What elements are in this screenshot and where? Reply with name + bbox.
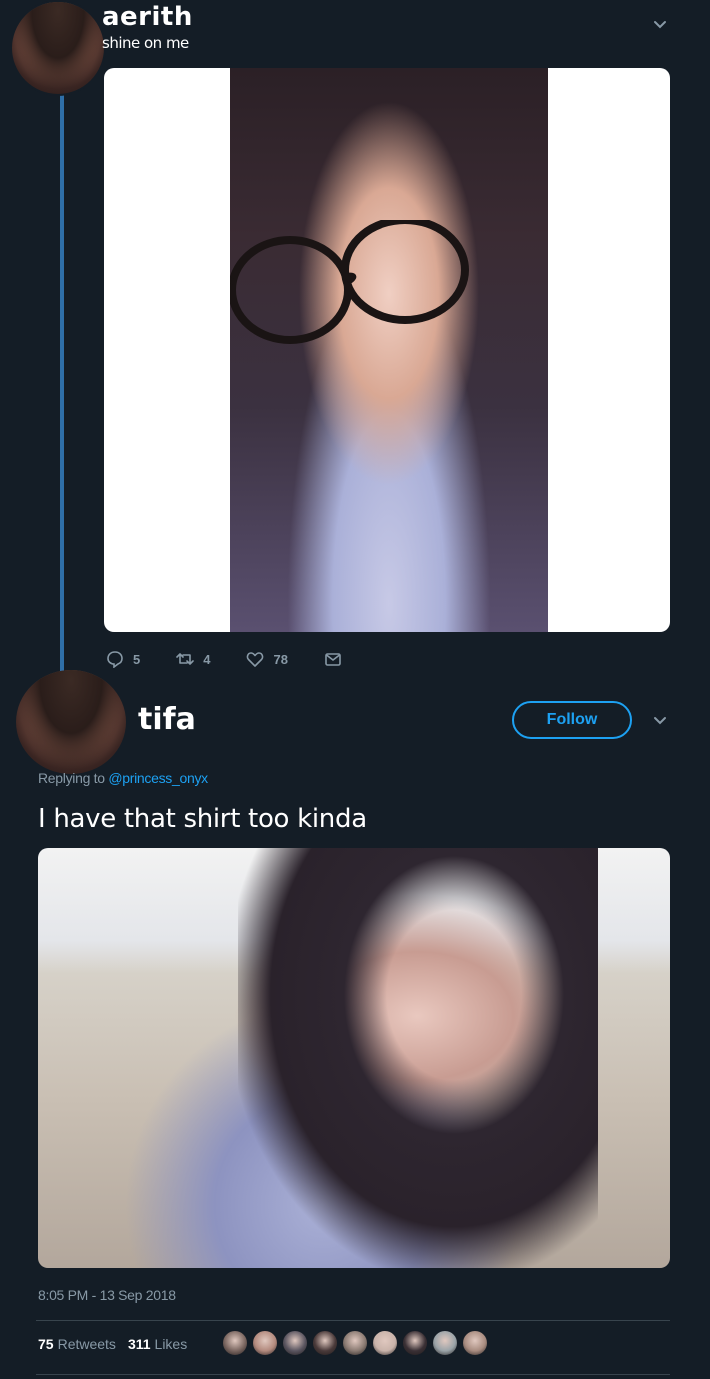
liker-avatar[interactable] xyxy=(402,1330,428,1356)
replying-to: Replying to @princess_onyx xyxy=(38,770,208,786)
glasses-graphic xyxy=(230,220,469,344)
chevron-down-icon[interactable] xyxy=(650,710,670,730)
retweets-label: Retweets xyxy=(57,1336,116,1352)
like-button[interactable]: 78 xyxy=(246,650,288,668)
retweets-count: 75 xyxy=(38,1336,54,1352)
like-count: 78 xyxy=(273,651,288,667)
tweet-actions: 5 4 78 xyxy=(106,648,387,670)
reply-count: 5 xyxy=(133,651,141,667)
retweets-stat[interactable]: 75 Retweets xyxy=(38,1336,116,1352)
like-icon xyxy=(247,652,264,667)
display-name[interactable]: aerith xyxy=(102,2,193,32)
avatar[interactable] xyxy=(16,670,126,774)
photo-content xyxy=(230,68,548,632)
avatar[interactable] xyxy=(10,0,106,96)
dm-icon xyxy=(325,653,341,666)
user-bio-line: shine on me xyxy=(102,34,189,52)
liker-avatar[interactable] xyxy=(282,1330,308,1356)
liker-avatar[interactable] xyxy=(312,1330,338,1356)
likes-stat[interactable]: 311 Likes xyxy=(128,1336,187,1352)
tweet-photo[interactable] xyxy=(38,848,670,1268)
replying-handle-link[interactable]: @princess_onyx xyxy=(108,770,208,786)
likes-label: Likes xyxy=(154,1336,188,1352)
reply-button[interactable]: 5 xyxy=(106,650,140,668)
liker-avatar[interactable] xyxy=(372,1330,398,1356)
follow-button[interactable]: Follow xyxy=(512,701,632,739)
liker-avatar[interactable] xyxy=(432,1330,458,1356)
chevron-down-icon[interactable] xyxy=(650,14,670,34)
tweet-stats: 75 Retweets 311 Likes xyxy=(38,1336,199,1352)
divider xyxy=(36,1320,670,1321)
liker-avatars xyxy=(222,1330,492,1356)
liker-avatar[interactable] xyxy=(222,1330,248,1356)
tweet-photo[interactable] xyxy=(104,68,670,632)
photo-content xyxy=(238,848,598,1268)
retweet-count: 4 xyxy=(203,651,211,667)
tweet-text: I have that shirt too kinda xyxy=(38,804,367,834)
divider xyxy=(36,1374,670,1375)
liker-avatar[interactable] xyxy=(252,1330,278,1356)
dm-button[interactable] xyxy=(324,650,351,668)
avatar-hair xyxy=(16,670,126,774)
retweet-button[interactable]: 4 xyxy=(176,650,210,668)
avatar-hair xyxy=(12,2,104,94)
reply-icon xyxy=(107,651,123,668)
liker-avatar[interactable] xyxy=(462,1330,488,1356)
thread-line xyxy=(60,92,64,674)
tweet-timestamp[interactable]: 8:05 PM - 13 Sep 2018 xyxy=(38,1287,176,1303)
retweet-icon xyxy=(176,653,195,665)
liker-avatar[interactable] xyxy=(342,1330,368,1356)
display-name[interactable]: tifa xyxy=(138,702,196,737)
likes-count: 311 xyxy=(127,1336,151,1352)
replying-prefix: Replying to xyxy=(38,770,105,786)
